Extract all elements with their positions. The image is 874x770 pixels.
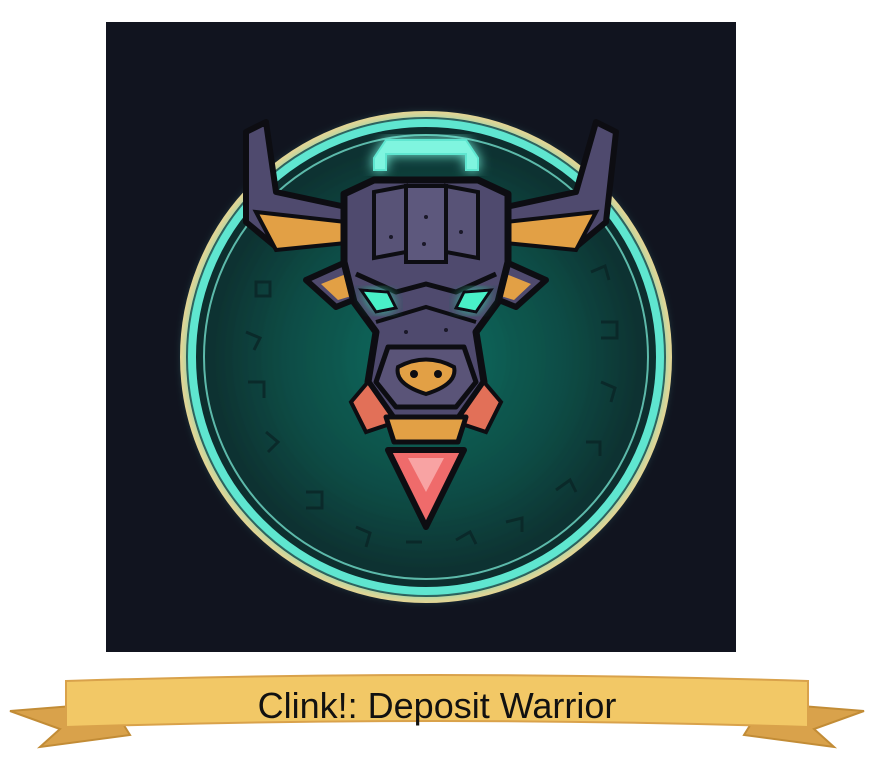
badge-card: Clink!: Deposit Warrior: [0, 0, 874, 770]
title-ribbon: Clink!: Deposit Warrior: [0, 665, 874, 765]
badge-emblem: [106, 22, 736, 652]
badge-title: Clink!: Deposit Warrior: [257, 685, 617, 726]
bull-head-icon: [180, 111, 672, 603]
